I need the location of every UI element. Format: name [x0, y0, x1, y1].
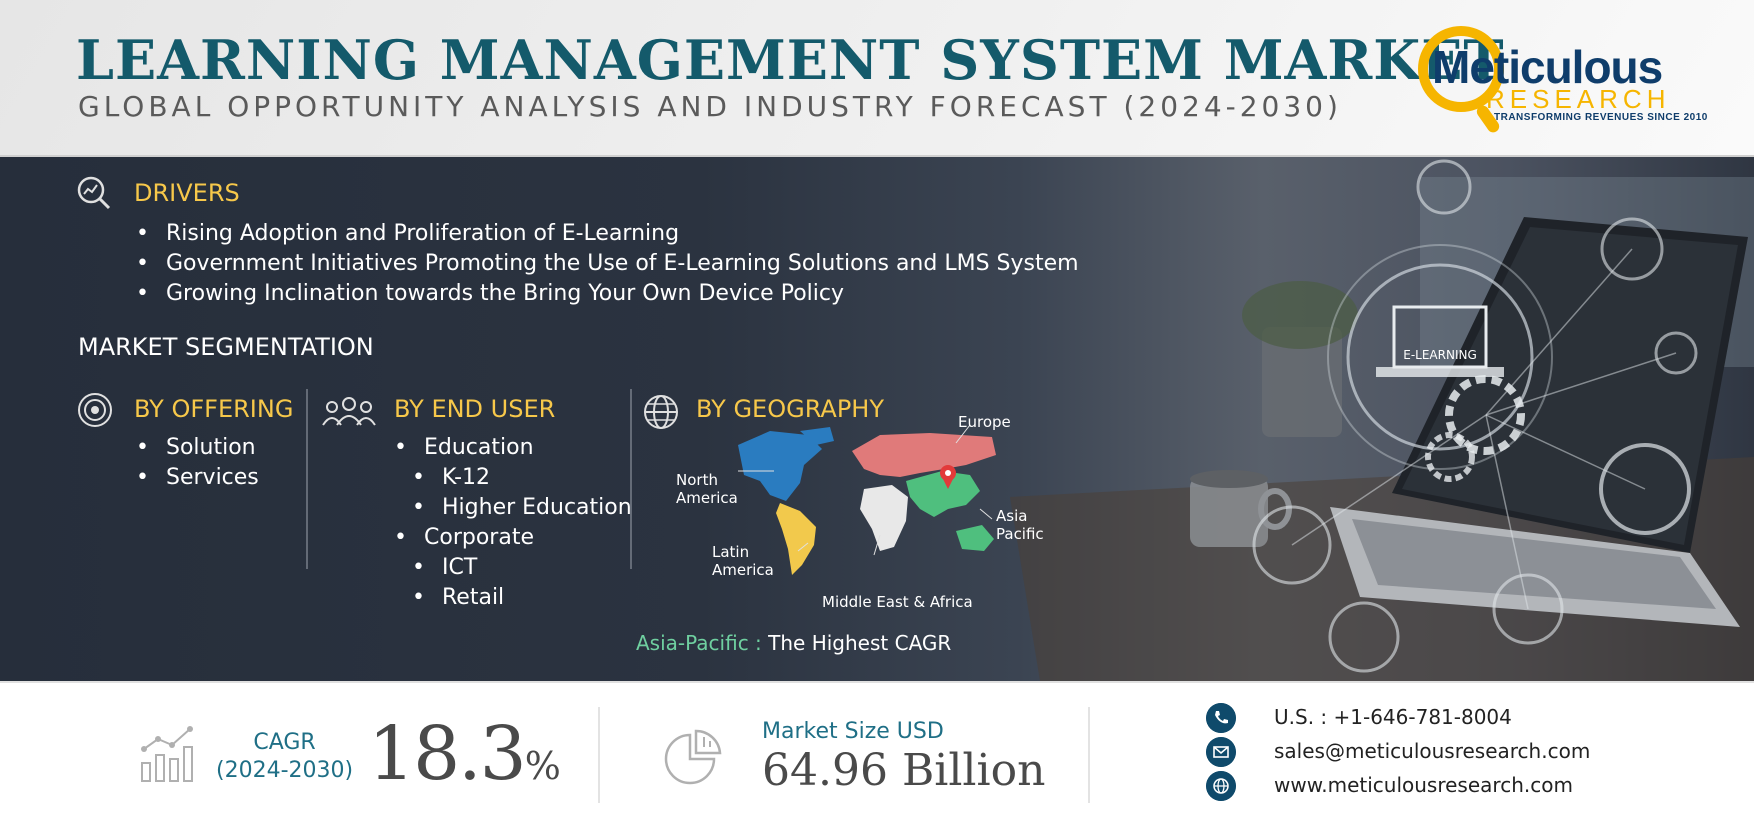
cagr-label-line-1: CAGR — [253, 730, 316, 755]
drivers-heading: DRIVERS — [134, 179, 240, 207]
cagr-number: 18.3 — [368, 711, 527, 797]
segmentation-title: MARKET SEGMENTATION — [78, 333, 374, 361]
by-geography-heading: BY GEOGRAPHY — [696, 395, 884, 423]
email-icon — [1206, 737, 1236, 767]
footer: CAGR (2024-2030) 18.3% Market Size USD 6… — [0, 681, 1754, 822]
target-icon — [78, 393, 112, 427]
list-item: Government Initiatives Promoting the Use… — [136, 249, 1079, 279]
growth-chart-icon — [141, 726, 193, 782]
users-icon — [322, 397, 376, 426]
pie-chart-icon — [664, 729, 722, 785]
website-text: www.meticulousresearch.com — [1274, 773, 1573, 797]
page-subtitle: GLOBAL OPPORTUNITY ANALYSIS AND INDUSTRY… — [78, 90, 1342, 123]
offering-list: Solution Services — [136, 433, 259, 493]
header: LEARNING MANAGEMENT SYSTEM MARKET GLOBAL… — [0, 0, 1754, 157]
list-item: K-12 — [394, 463, 632, 493]
end-user-list: Education K-12 Higher Education Corporat… — [394, 433, 632, 613]
globe-icon — [644, 395, 678, 429]
e-learning-screen-label: E-LEARNING — [1403, 348, 1477, 362]
list-item: ICT — [394, 553, 632, 583]
divider — [630, 389, 632, 569]
drivers-search-icon — [77, 176, 111, 210]
highest-cagr-region: Asia-Pacific : — [636, 631, 762, 655]
highest-cagr-note: Asia-Pacific : The Highest CAGR — [636, 631, 951, 655]
list-item: Growing Inclination towards the Bring Yo… — [136, 279, 1079, 309]
list-item: Education — [394, 433, 632, 463]
divider — [598, 707, 600, 803]
logo-tagline: TRANSFORMING REVENUES SINCE 2010 — [1494, 112, 1708, 123]
list-item: Corporate — [394, 523, 632, 553]
market-size-value: 64.96 Billion — [762, 745, 1046, 796]
drivers-list: Rising Adoption and Proliferation of E-L… — [136, 219, 1079, 309]
phone-text: U.S. : +1-646-781-8004 — [1274, 705, 1512, 729]
list-item: Rising Adoption and Proliferation of E-L… — [136, 219, 1079, 249]
map-label-europe: Europe — [958, 413, 1011, 431]
logo-research: RESEARCH — [1486, 84, 1671, 114]
list-item: Retail — [394, 583, 632, 613]
highest-cagr-text: The Highest CAGR — [768, 631, 952, 655]
map-label-mea: Middle East & Africa — [822, 593, 973, 611]
page-title: LEARNING MANAGEMENT SYSTEM MARKET — [76, 28, 1505, 92]
cagr-label-line-2: (2024-2030) — [216, 758, 354, 783]
cagr-label: CAGR (2024-2030) — [216, 729, 353, 785]
email-text: sales@meticulousresearch.com — [1274, 739, 1591, 763]
map-label-latin-america: Latin America — [712, 543, 774, 579]
list-item: Higher Education — [394, 493, 632, 523]
by-end-user-heading: BY END USER — [394, 395, 556, 423]
meticulous-research-logo: Meticulous RESEARCH TRANSFORMING REVENUE… — [1416, 20, 1708, 138]
divider — [1088, 707, 1090, 803]
map-label-asia-pacific: Asia Pacific — [996, 507, 1044, 543]
market-size-label: Market Size USD — [762, 719, 944, 744]
by-offering-heading: BY OFFERING — [134, 395, 294, 423]
list-item: Solution — [136, 433, 259, 463]
cagr-unit: % — [524, 744, 561, 788]
cagr-value: 18.3% — [368, 711, 561, 797]
phone-icon — [1206, 703, 1236, 733]
divider — [306, 389, 308, 569]
globe-web-icon — [1206, 771, 1236, 801]
content-band: E-LEARNING DRIVERS Rising Adoption and P… — [0, 157, 1754, 681]
list-item: Services — [136, 463, 259, 493]
map-label-north-america: North America — [676, 471, 738, 507]
